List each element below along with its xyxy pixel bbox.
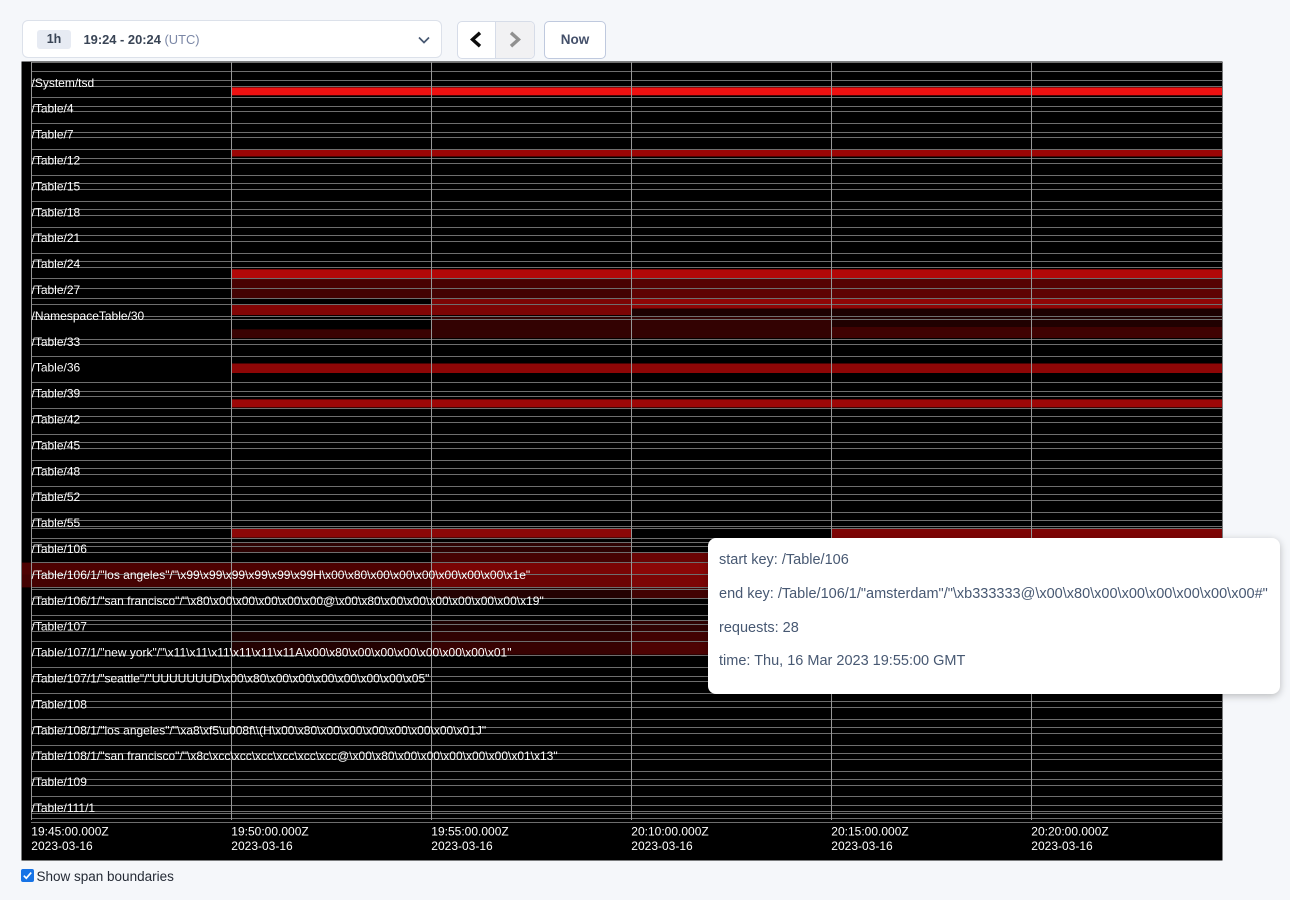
svg-text:2023-03-16: 2023-03-16 bbox=[1031, 839, 1093, 853]
svg-text:/Table/55: /Table/55 bbox=[32, 516, 81, 530]
svg-text:2023-03-16: 2023-03-16 bbox=[631, 839, 693, 853]
svg-text:/Table/107/1/"new york"/"\x11\: /Table/107/1/"new york"/"\x11\x11\x11\x1… bbox=[32, 646, 512, 660]
svg-text:/Table/4: /Table/4 bbox=[32, 102, 74, 116]
svg-text:/NamespaceTable/30: /NamespaceTable/30 bbox=[32, 309, 145, 323]
svg-text:/Table/12: /Table/12 bbox=[32, 154, 81, 168]
svg-text:/Table/48: /Table/48 bbox=[32, 464, 81, 478]
svg-text:/Table/21: /Table/21 bbox=[32, 231, 81, 245]
svg-text:20:15:00.000Z: 20:15:00.000Z bbox=[831, 825, 908, 839]
svg-text:/Table/33: /Table/33 bbox=[32, 335, 81, 349]
svg-text:/Table/24: /Table/24 bbox=[32, 257, 81, 271]
svg-text:2023-03-16: 2023-03-16 bbox=[231, 839, 293, 853]
svg-text:19:45:00.000Z: 19:45:00.000Z bbox=[31, 825, 108, 839]
svg-text:/Table/107: /Table/107 bbox=[32, 620, 88, 634]
svg-text:/Table/36: /Table/36 bbox=[32, 361, 81, 375]
svg-text:20:20:00.000Z: 20:20:00.000Z bbox=[1031, 825, 1108, 839]
svg-text:/Table/27: /Table/27 bbox=[32, 283, 81, 297]
svg-text:2023-03-16: 2023-03-16 bbox=[831, 839, 893, 853]
svg-text:/Table/106/1/"los angeles"/"\x: /Table/106/1/"los angeles"/"\x99\x99\x99… bbox=[32, 568, 531, 582]
svg-text:/Table/109: /Table/109 bbox=[32, 775, 88, 789]
svg-text:/Table/45: /Table/45 bbox=[32, 438, 81, 452]
svg-text:/Table/106/1/"san francisco"/": /Table/106/1/"san francisco"/"\x80\x00\x… bbox=[32, 594, 544, 608]
svg-text:20:10:00.000Z: 20:10:00.000Z bbox=[631, 825, 708, 839]
svg-text:/Table/106: /Table/106 bbox=[32, 542, 88, 556]
svg-text:19:55:00.000Z: 19:55:00.000Z bbox=[431, 825, 508, 839]
svg-text:/Table/108/1/"los angeles"/"\x: /Table/108/1/"los angeles"/"\xa8\xf5\u00… bbox=[32, 723, 487, 737]
svg-text:/Table/107/1/"seattle"/"UUUUUU: /Table/107/1/"seattle"/"UUUUUUUD\x00\x80… bbox=[32, 672, 430, 686]
svg-text:/Table/42: /Table/42 bbox=[32, 413, 81, 427]
svg-text:/Table/52: /Table/52 bbox=[32, 490, 81, 504]
svg-text:/Table/111/1: /Table/111/1 bbox=[32, 801, 96, 815]
svg-text:/Table/108: /Table/108 bbox=[32, 697, 88, 711]
svg-text:/Table/7: /Table/7 bbox=[32, 128, 74, 142]
svg-text:2023-03-16: 2023-03-16 bbox=[31, 839, 93, 853]
svg-text:19:50:00.000Z: 19:50:00.000Z bbox=[231, 825, 308, 839]
svg-text:/Table/108/1/"san francisco"/": /Table/108/1/"san francisco"/"\x8c\xcc\x… bbox=[32, 749, 558, 763]
svg-text:/Table/18: /Table/18 bbox=[32, 205, 81, 219]
svg-text:/System/tsd: /System/tsd bbox=[32, 76, 95, 90]
svg-text:2023-03-16: 2023-03-16 bbox=[431, 839, 493, 853]
svg-text:/Table/39: /Table/39 bbox=[32, 387, 81, 401]
svg-text:/Table/15: /Table/15 bbox=[32, 179, 81, 193]
